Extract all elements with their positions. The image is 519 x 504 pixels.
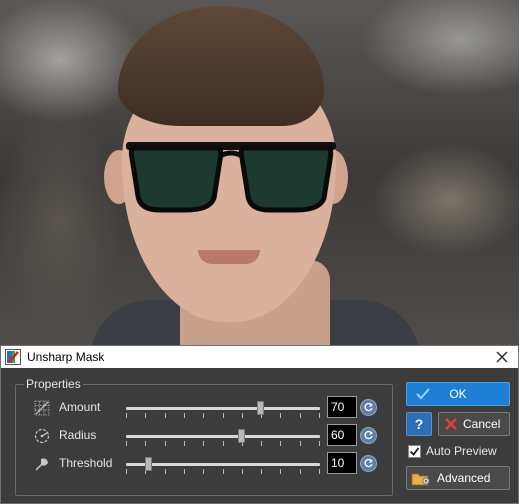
slider-tick bbox=[223, 413, 224, 418]
threshold-row: Threshold bbox=[16, 452, 394, 476]
reset-icon bbox=[364, 458, 374, 468]
radius-input[interactable] bbox=[327, 424, 357, 446]
close-button[interactable] bbox=[492, 348, 512, 366]
app-icon bbox=[5, 349, 21, 365]
cancel-label: Cancel bbox=[463, 417, 501, 431]
radius-slider-ticks bbox=[126, 441, 320, 447]
reset-icon bbox=[364, 430, 374, 440]
help-icon: ? bbox=[414, 416, 424, 432]
photo-sunglasses bbox=[126, 142, 336, 213]
unsharp-mask-dialog: Unsharp Mask Properties Amount 70 Radius… bbox=[0, 345, 519, 504]
slider-tick bbox=[300, 469, 301, 474]
dialog-title: Unsharp Mask bbox=[27, 350, 105, 364]
radius-slider-track[interactable] bbox=[126, 435, 320, 438]
checkmark-icon bbox=[416, 388, 430, 400]
slider-tick bbox=[223, 469, 224, 474]
slider-tick bbox=[242, 469, 243, 474]
properties-group: Properties Amount 70 Radius 60 Threshold… bbox=[15, 377, 394, 496]
photo-hair bbox=[118, 6, 324, 126]
slider-tick bbox=[184, 441, 185, 446]
slider-tick bbox=[319, 441, 320, 446]
auto-preview-checkbox[interactable] bbox=[408, 444, 421, 458]
slider-tick bbox=[261, 469, 262, 474]
amount-row: Amount bbox=[16, 396, 394, 420]
slider-tick bbox=[300, 413, 301, 418]
slider-tick bbox=[145, 441, 146, 446]
amount-slider-ticks bbox=[126, 413, 320, 419]
threshold-slider-thumb[interactable] bbox=[144, 457, 152, 471]
help-button[interactable]: ? bbox=[406, 412, 432, 436]
radius-slider-thumb[interactable] bbox=[238, 429, 246, 443]
advanced-label: Advanced bbox=[437, 471, 491, 485]
ok-button[interactable]: OK bbox=[406, 382, 510, 406]
advanced-button[interactable]: Advanced bbox=[406, 466, 510, 490]
folder-settings-icon bbox=[411, 473, 430, 486]
threshold-slider-track[interactable] bbox=[126, 463, 320, 466]
slider-tick bbox=[319, 469, 320, 474]
radius-label: Radius bbox=[59, 428, 97, 442]
photo-mouth bbox=[198, 250, 260, 264]
ok-label: OK bbox=[449, 387, 467, 401]
slider-tick bbox=[126, 441, 127, 446]
slider-tick bbox=[165, 469, 166, 474]
checkbox-check-icon bbox=[409, 446, 420, 456]
slider-tick bbox=[165, 413, 166, 418]
amount-label: Amount bbox=[59, 400, 101, 414]
amount-input[interactable] bbox=[327, 396, 357, 418]
slider-tick bbox=[280, 441, 281, 446]
properties-group-label: Properties bbox=[24, 377, 83, 391]
radius-row: Radius bbox=[16, 424, 394, 448]
slider-tick bbox=[203, 469, 204, 474]
threshold-reset-button[interactable] bbox=[360, 455, 377, 472]
cancel-x-icon bbox=[445, 418, 457, 430]
slider-tick bbox=[261, 441, 262, 446]
slider-tick bbox=[242, 413, 243, 418]
slider-tick bbox=[165, 441, 166, 446]
amount-slider-track[interactable] bbox=[126, 407, 320, 410]
slider-tick bbox=[280, 469, 281, 474]
slider-tick bbox=[184, 413, 185, 418]
threshold-slider-ticks bbox=[126, 469, 320, 475]
threshold-label: Threshold bbox=[59, 456, 113, 470]
slider-tick bbox=[300, 441, 301, 446]
radius-icon bbox=[34, 428, 50, 444]
amount-reset-button[interactable] bbox=[360, 399, 377, 416]
threshold-icon bbox=[35, 458, 48, 471]
cancel-button[interactable]: Cancel bbox=[438, 412, 510, 436]
auto-preview-option[interactable]: Auto Preview bbox=[408, 444, 497, 458]
slider-tick bbox=[203, 413, 204, 418]
grid-sharpen-icon bbox=[34, 400, 50, 416]
reset-icon bbox=[364, 402, 374, 412]
slider-tick bbox=[184, 469, 185, 474]
close-icon bbox=[496, 351, 508, 363]
slider-tick bbox=[280, 413, 281, 418]
slider-tick bbox=[126, 413, 127, 418]
slider-tick bbox=[126, 469, 127, 474]
slider-tick bbox=[319, 413, 320, 418]
dialog-titlebar[interactable]: Unsharp Mask bbox=[1, 346, 518, 368]
auto-preview-label: Auto Preview bbox=[426, 444, 497, 458]
slider-tick bbox=[145, 413, 146, 418]
amount-slider-thumb[interactable] bbox=[256, 401, 264, 415]
threshold-input[interactable] bbox=[327, 452, 357, 474]
radius-reset-button[interactable] bbox=[360, 427, 377, 444]
slider-tick bbox=[203, 441, 204, 446]
slider-tick bbox=[223, 441, 224, 446]
